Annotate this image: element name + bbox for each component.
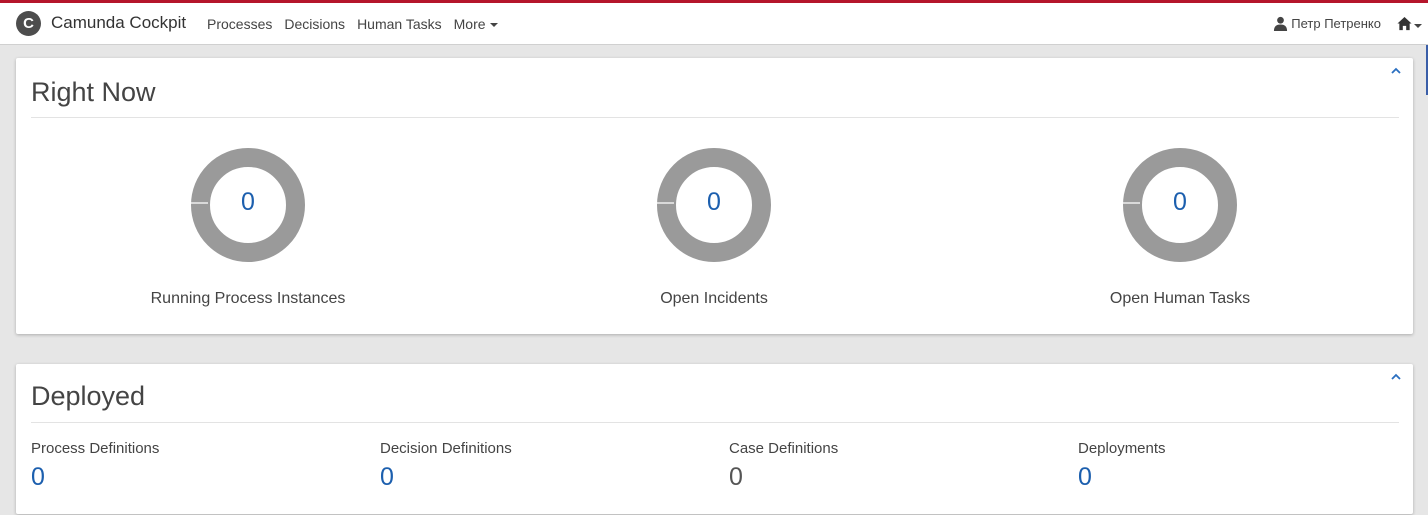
nav-human-tasks[interactable]: Human Tasks bbox=[357, 16, 442, 32]
deployed-title: Deployed bbox=[31, 381, 146, 411]
metric-open-human-tasks: 0 Open Human Tasks bbox=[1030, 146, 1330, 316]
right-now-title: Right Now bbox=[31, 77, 156, 107]
metric-label[interactable]: Open Human Tasks bbox=[1030, 290, 1330, 308]
metric-running-process-instances: 0 Running Process Instances bbox=[98, 146, 398, 316]
user-name: Петр Петренко bbox=[1291, 16, 1381, 31]
metric-label[interactable]: Running Process Instances bbox=[98, 290, 398, 308]
metric-value[interactable]: 0 bbox=[98, 188, 398, 217]
stat-value: 0 bbox=[729, 463, 743, 491]
stat-label[interactable]: Decision Definitions bbox=[380, 440, 680, 457]
stat-value[interactable]: 0 bbox=[1078, 463, 1378, 492]
metric-value[interactable]: 0 bbox=[564, 188, 864, 217]
stat-deployments: Deployments 0 bbox=[1078, 440, 1378, 492]
camunda-logo-icon[interactable]: C bbox=[16, 11, 41, 36]
collapse-chevron-up-icon[interactable] bbox=[1389, 64, 1403, 78]
collapse-chevron-up-icon[interactable] bbox=[1389, 370, 1403, 384]
metric-open-incidents: 0 Open Incidents bbox=[564, 146, 864, 316]
nav-more-dropdown[interactable]: More bbox=[454, 16, 498, 32]
stat-value[interactable]: 0 bbox=[380, 463, 680, 492]
stat-value[interactable]: 0 bbox=[31, 463, 331, 492]
nav-more-label: More bbox=[453, 16, 486, 32]
user-icon bbox=[1273, 16, 1288, 31]
chevron-down-icon bbox=[1414, 24, 1422, 28]
stat-decision-definitions: Decision Definitions 0 bbox=[380, 440, 680, 492]
top-navbar: C Camunda Cockpit Processes Decisions Hu… bbox=[0, 0, 1428, 45]
brand-name-link[interactable]: Camunda Cockpit bbox=[51, 13, 186, 33]
stat-label[interactable]: Deployments bbox=[1078, 440, 1378, 457]
stat-process-definitions: Process Definitions 0 bbox=[31, 440, 331, 492]
divider bbox=[31, 117, 1399, 118]
chevron-down-icon bbox=[489, 23, 498, 28]
nav-decisions[interactable]: Decisions bbox=[284, 16, 345, 32]
stat-case-definitions: Case Definitions 0 bbox=[729, 440, 1029, 492]
metric-value[interactable]: 0 bbox=[1030, 188, 1330, 217]
home-menu[interactable] bbox=[1397, 16, 1422, 36]
stat-label[interactable]: Process Definitions bbox=[31, 440, 331, 457]
metric-label[interactable]: Open Incidents bbox=[564, 290, 864, 308]
stat-label: Case Definitions bbox=[729, 440, 839, 457]
user-menu[interactable]: Петр Петренко bbox=[1273, 16, 1381, 31]
deployed-panel: Deployed Process Definitions 0 Decision … bbox=[16, 364, 1413, 514]
main-nav: Processes Decisions Human Tasks More bbox=[207, 16, 498, 32]
divider bbox=[31, 422, 1399, 423]
home-icon bbox=[1397, 16, 1412, 36]
right-now-panel: Right Now 0 Running Process Instances 0 … bbox=[16, 58, 1413, 334]
nav-processes[interactable]: Processes bbox=[207, 16, 272, 32]
